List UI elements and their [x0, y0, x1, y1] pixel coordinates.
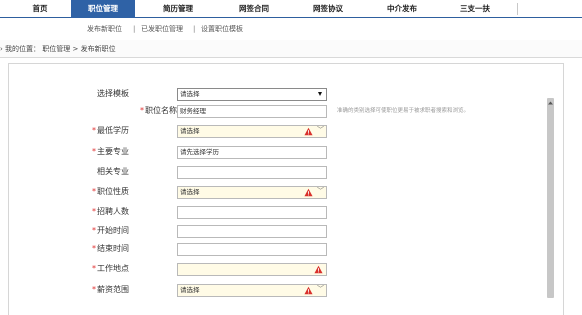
- form-row-related-major: 相关专业: [9, 164, 509, 180]
- location-input[interactable]: [177, 263, 327, 276]
- dropdown-arrow-icon: [318, 92, 322, 96]
- form-row-template: 选择模板 请选择: [9, 86, 509, 102]
- nav-item-job-management[interactable]: 职位管理: [71, 0, 135, 18]
- subnav-job-template[interactable]: 设置职位模板: [201, 21, 243, 37]
- job-name-hint: 准确的类别选择可使职位更易于被求职者搜索和浏览。: [337, 108, 470, 114]
- form-row-education: *最低学历 请选择 ﹀: [9, 123, 509, 139]
- subnav-publish-new-job[interactable]: 发布新职位: [87, 21, 122, 37]
- form-row-job-nature: *职位性质 请选择 ﹀: [9, 184, 509, 200]
- warning-triangle-icon: [304, 286, 313, 295]
- breadcrumb: › 我的位置： 职位管理 > 发布新职位: [0, 45, 116, 53]
- job-name-label: *职位名称: [140, 106, 177, 115]
- education-label: *最低学历: [92, 126, 129, 135]
- related-major-input[interactable]: [177, 166, 327, 179]
- form-row-location: *工作地点: [9, 261, 509, 277]
- warning-triangle-icon: [304, 188, 313, 197]
- nav-item-three-supports[interactable]: 三支一扶: [445, 0, 505, 18]
- start-time-label: *开始时间: [92, 226, 129, 235]
- form-row-start-time: *开始时间: [9, 223, 509, 239]
- location-label: *工作地点: [92, 264, 129, 273]
- vertical-scrollbar[interactable]: [547, 98, 554, 298]
- warning-triangle-icon: [304, 127, 313, 136]
- scroll-up-arrow-icon[interactable]: [547, 100, 554, 106]
- job-name-input[interactable]: 财务经理: [177, 105, 327, 118]
- nav-item-online-contract[interactable]: 网签合同: [224, 0, 284, 18]
- chevron-down-icon: ﹀: [317, 285, 324, 293]
- form-row-headcount: *招聘人数: [9, 204, 509, 220]
- major-input[interactable]: 请先选择学历: [177, 146, 327, 159]
- nav-item-online-agreement[interactable]: 网签协议: [298, 0, 358, 18]
- warning-triangle-icon: [314, 265, 323, 274]
- chevron-down-icon: ﹀: [317, 187, 324, 195]
- salary-select[interactable]: 请选择 ﹀: [177, 284, 327, 297]
- form-row-end-time: *结束时间: [9, 241, 509, 257]
- subnav-separator: |: [133, 25, 136, 33]
- template-select[interactable]: 请选择: [177, 88, 327, 101]
- start-time-input[interactable]: [177, 225, 327, 238]
- job-nature-label: *职位性质: [92, 187, 129, 196]
- job-nature-select[interactable]: 请选择 ﹀: [177, 186, 327, 199]
- nav-divider: [517, 3, 518, 15]
- form-row-job-name: *职位名称 财务经理 准确的类别选择可使职位更易于被求职者搜索和浏览。: [9, 103, 557, 119]
- job-form: 选择模板 请选择 *职位名称 财务经理 准确的类别选择可使职位更易于被求职者搜索…: [8, 63, 564, 315]
- subnav-published-jobs[interactable]: 已发职位管理: [141, 21, 183, 37]
- top-nav: 首页 职位管理 简历管理 网签合同 网签协议 中介发布 三支一扶: [0, 0, 582, 18]
- chevron-down-icon: ﹀: [317, 126, 324, 134]
- end-time-input[interactable]: [177, 243, 327, 256]
- form-row-salary: *薪资范围 请选择 ﹀: [9, 282, 509, 298]
- education-select[interactable]: 请选择 ﹀: [177, 125, 327, 138]
- breadcrumb-bar: › 我的位置： 职位管理 > 发布新职位: [0, 40, 582, 58]
- headcount-label: *招聘人数: [92, 207, 129, 216]
- nav-item-home[interactable]: 首页: [20, 0, 60, 18]
- headcount-input[interactable]: [177, 206, 327, 219]
- nav-item-resume-management[interactable]: 简历管理: [148, 0, 208, 18]
- nav-item-agency-publish[interactable]: 中介发布: [372, 0, 432, 18]
- sub-nav: 发布新职位 | 已发职位管理 | 设置职位模板: [0, 21, 582, 37]
- subnav-separator: |: [193, 25, 196, 33]
- major-label: *主要专业: [92, 147, 129, 156]
- template-label: 选择模板: [97, 89, 129, 98]
- salary-label: *薪资范围: [92, 285, 129, 294]
- related-major-label: 相关专业: [97, 167, 129, 176]
- form-row-major: *主要专业 请先选择学历: [9, 144, 509, 160]
- end-time-label: *结束时间: [92, 244, 129, 253]
